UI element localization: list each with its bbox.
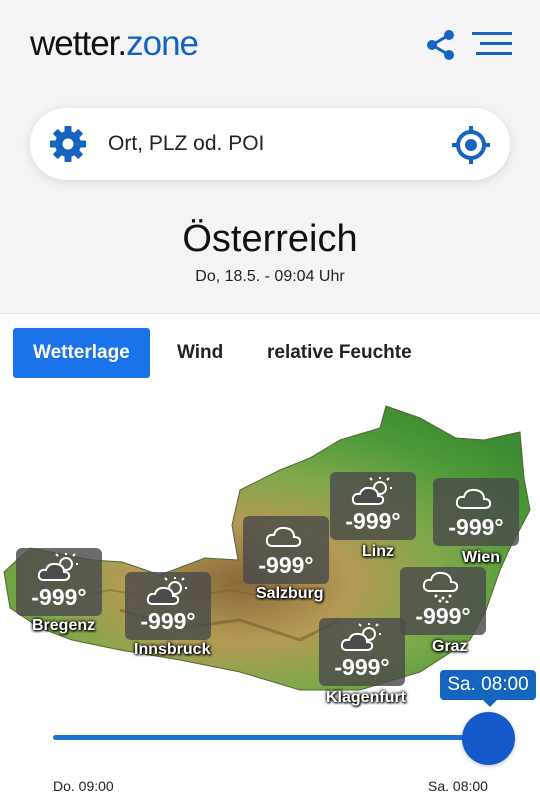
city-card-innsbruck[interactable]: -999° (125, 572, 211, 640)
partly-cloudy-sun-icon (351, 477, 392, 505)
app-header: wetter.zone (0, 0, 540, 90)
partly-cloudy-sun-icon (146, 577, 187, 605)
city-label-innsbruck: Innsbruck (134, 641, 211, 658)
gear-icon[interactable] (48, 124, 88, 164)
weather-map[interactable]: -999° Bregenz -999° Innsbruck -999° Salz… (0, 386, 540, 812)
page-title: Österreich (182, 218, 358, 260)
city-card-klagenfurt[interactable]: -999° (319, 618, 405, 686)
search-input[interactable] (108, 128, 438, 160)
city-card-graz[interactable]: -999° (400, 567, 486, 635)
city-label-wien: Wien (462, 549, 501, 566)
city-label-graz: Graz (432, 638, 468, 655)
temperature-value: -999° (140, 608, 196, 634)
temperature-value: -999° (31, 584, 87, 610)
city-label-klagenfurt: Klagenfurt (326, 689, 406, 706)
temperature-value: -999° (334, 654, 390, 680)
hamburger-menu-icon[interactable] (472, 30, 512, 58)
location-search-bar (30, 108, 510, 180)
temperature-value: -999° (258, 552, 314, 578)
cloud-icon (265, 526, 302, 547)
city-label-linz: Linz (362, 543, 394, 560)
share-icon[interactable] (424, 28, 458, 62)
logo-text-main: wetter. (30, 24, 127, 63)
timeline-slider-handle[interactable] (462, 712, 515, 765)
temperature-value: -999° (448, 514, 504, 540)
timeline-slider-track[interactable] (53, 735, 489, 740)
timeline-current-label: Sa. 08:00 (440, 670, 536, 707)
wetterzone-logo[interactable]: wetter.zone (30, 24, 199, 64)
logo-text-accent: zone (126, 24, 199, 63)
timeline-end-label: Sa. 08:00 (428, 778, 488, 794)
timeline-start-label: Do. 09:00 (53, 778, 114, 794)
partly-cloudy-sun-icon (37, 553, 78, 581)
city-label-salzburg: Salzburg (256, 585, 324, 602)
city-card-bregenz[interactable]: -999° (16, 548, 102, 616)
city-card-salzburg[interactable]: -999° (243, 516, 329, 584)
city-card-linz[interactable]: -999° (330, 472, 416, 540)
cloud-snow-icon (422, 571, 459, 603)
cloud-icon (455, 488, 492, 509)
city-card-wien[interactable]: -999° (433, 478, 519, 546)
city-label-bregenz: Bregenz (32, 617, 96, 634)
temperature-value: -999° (345, 508, 401, 534)
page-timestamp: Do, 18.5. - 09:04 Uhr (195, 268, 345, 285)
tab-wind[interactable]: Wind (177, 328, 223, 378)
tab-bar: Wetterlage Wind relative Feuchte (0, 313, 540, 387)
crosshair-location-icon[interactable] (450, 124, 492, 166)
temperature-value: -999° (415, 603, 471, 629)
tab-wetterlage[interactable]: Wetterlage (13, 328, 150, 378)
tab-relative-feuchte[interactable]: relative Feuchte (267, 328, 412, 378)
partly-cloudy-sun-icon (340, 623, 381, 651)
